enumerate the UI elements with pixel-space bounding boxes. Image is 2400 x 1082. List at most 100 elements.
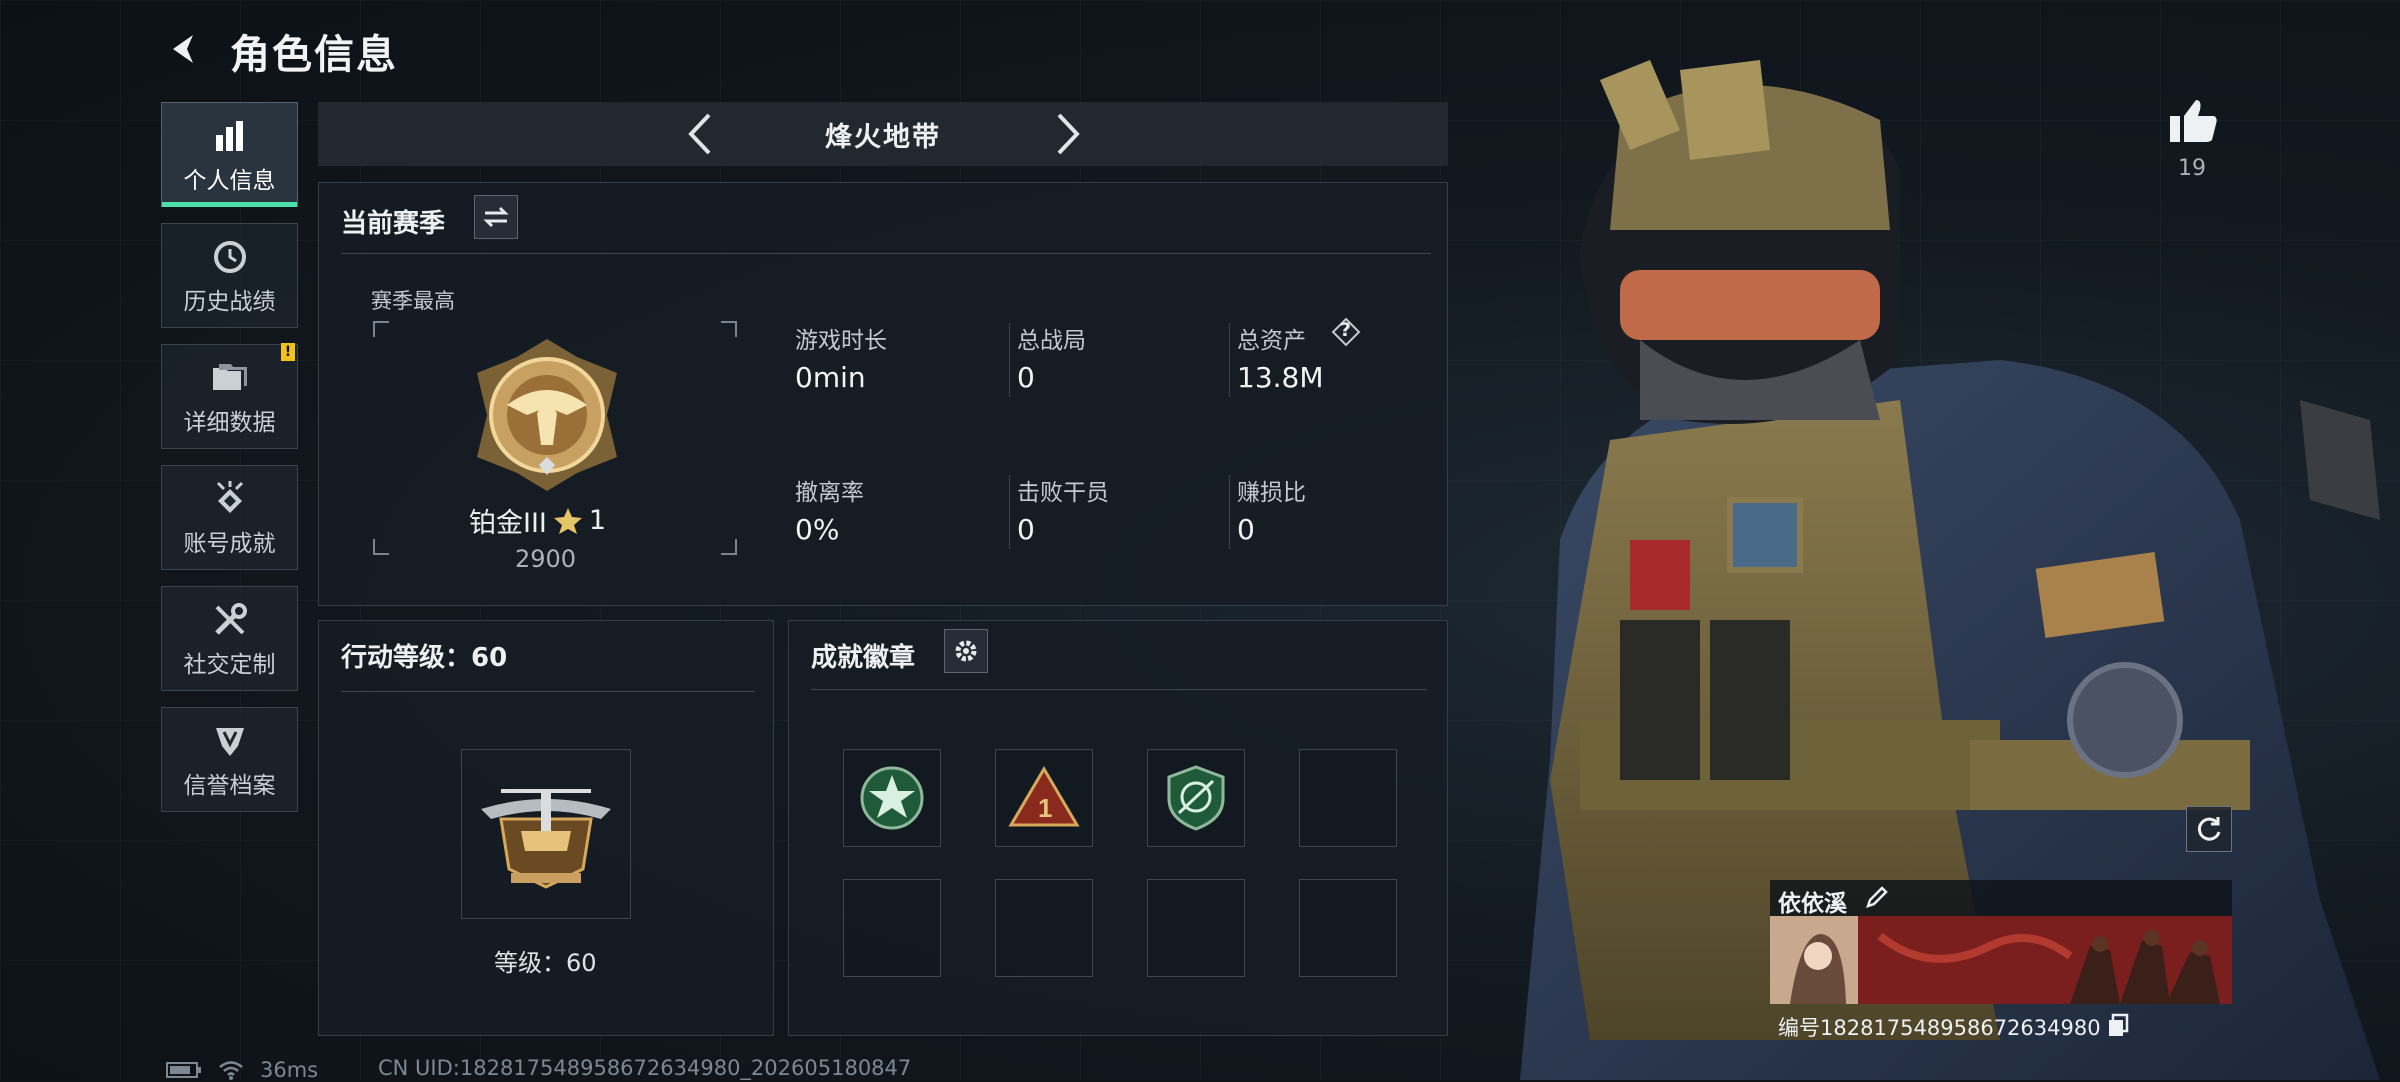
badge-slot-empty[interactable] [1299,879,1397,977]
season-best-label: 赛季最高 [371,289,455,313]
chevron-right-icon [1057,113,1080,155]
rank-name: 铂金III [469,508,547,539]
action-level-title: 行动等级：60 [341,643,508,673]
divider [811,689,1427,690]
battery-icon [166,1062,201,1078]
frame-corner [721,321,737,337]
stat-play-time-value: 0min [795,361,866,394]
ping-text: 36ms [260,1058,319,1082]
player-name-bar: 依依溪 [1770,880,2232,917]
badge-slot-empty[interactable] [843,879,941,977]
copy-icon [2108,1013,2128,1036]
stat-profit-ratio-label: 赚损比 [1237,480,1306,506]
alert-badge: ! [281,343,295,361]
back-button[interactable] [160,24,210,74]
badges-title: 成就徽章 [811,643,916,673]
rank-one-badge-icon: 1 [1008,766,1080,827]
frame-corner [373,321,389,337]
player-id: 编号1828175489586726349​80 [1778,1016,2101,1040]
status-bar: 36ms [166,1058,318,1082]
rotate-view-button[interactable] [2186,806,2232,852]
player-name: 依依溪 [1778,891,1847,917]
next-mode-button[interactable] [1044,110,1092,158]
stat-kills-value: 0 [1017,513,1035,546]
stat-total-matches-value: 0 [1017,361,1035,394]
divider [341,253,1431,254]
badges-panel: 成就徽章 1 [788,620,1448,1036]
like-count: 19 [2178,156,2206,181]
refresh-icon [2197,817,2221,841]
sidebar-item-social[interactable]: 社交定制 [161,586,298,691]
stat-total-matches-label: 总战局 [1017,328,1086,354]
stat-profit-ratio-value: 0 [1237,513,1255,546]
badge-settings-button[interactable] [944,629,988,673]
badge-slot[interactable] [1147,749,1245,847]
badge-slot[interactable] [843,749,941,847]
edit-name-button[interactable] [1864,884,1892,912]
stat-divider [1009,475,1010,549]
sidebar-item-reputation[interactable]: 信誉档案 [161,707,298,812]
back-arrow-icon [173,35,193,63]
sidebar-item-label: 社交定制 [183,651,276,678]
season-panel: 当前赛季 赛季最高 铂金III 1 2900 游戏时长 0min 总战局 0 总… [318,182,1448,606]
sidebar-item-achievements[interactable]: 账号成就 [161,465,298,570]
thumbs-up-icon [2170,100,2217,142]
frame-corner [373,539,389,555]
player-banner[interactable] [1770,916,2232,1004]
level-text: 等级：60 [494,949,597,977]
action-level-panel: 行动等级：60 等级：60 [318,620,774,1036]
sidebar-item-label: 历史战绩 [183,288,276,315]
stat-play-time-label: 游戏时长 [795,328,887,354]
frame-corner [721,539,737,555]
sidebar-item-history[interactable]: 历史战绩 [161,223,298,328]
svg-text:1: 1 [1038,793,1052,823]
mode-title: 烽火地带 [825,121,941,153]
tools-icon [211,599,249,641]
chevron-left-icon [688,113,711,155]
stat-divider [1009,323,1010,397]
sidebar: 个人信息 历史战绩 ! 详细数据 账号成就 社交定制 信誉档案 [161,102,300,828]
star-icon [553,507,582,534]
rank-score: 2900 [515,545,577,573]
copy-id-button[interactable] [2107,1013,2129,1042]
stat-total-assets-value: 13.8M [1237,361,1324,394]
badge-slot-empty[interactable] [1299,749,1397,847]
green-star-badge-icon [860,766,924,830]
season-switch-button[interactable] [474,195,518,239]
rank-stars: 1 [588,505,607,536]
divider [341,691,755,692]
stat-total-assets-label: 总资产 [1237,328,1306,354]
level-emblem-frame [461,749,631,919]
stat-extract-rate-label: 撤离率 [795,480,864,506]
wifi-icon [219,1061,243,1080]
page-title: 角色信息 [230,32,398,78]
season-title: 当前赛季 [341,209,446,239]
achievement-icon [212,478,248,520]
stat-extract-rate-value: 0% [795,513,840,546]
shield-icon [212,720,248,762]
help-button[interactable]: ? [1331,317,1361,347]
green-shield-badge-icon [1167,765,1225,831]
bar-chart-icon [212,115,248,157]
sidebar-item-label: 信誉档案 [183,772,276,799]
sidebar-item-detail-data[interactable]: ! 详细数据 [161,343,298,449]
folder-icon [211,357,249,399]
uid-text: CN UID:1828175489586726349​80_2026051808… [378,1056,912,1080]
stat-divider [1229,323,1230,397]
sidebar-item-label: 账号成就 [183,530,276,557]
previous-mode-button[interactable] [676,110,724,158]
badge-slot-empty[interactable] [1147,879,1245,977]
badge-slot[interactable]: 1 [995,749,1093,847]
player-id-row: 编号1828175489586726349​80 [1778,1012,2129,1042]
stat-kills-label: 击败干员 [1017,480,1109,506]
mode-selector: 烽火地带 [318,102,1448,166]
help-mark: ? [1340,319,1352,341]
badge-slot-empty[interactable] [995,879,1093,977]
rank-emblem-icon [467,335,627,499]
banner-image [1770,916,2232,1004]
sidebar-item-personal-info[interactable]: 个人信息 [161,102,298,207]
sidebar-item-label: 详细数据 [183,409,276,436]
sidebar-item-label: 个人信息 [183,167,276,194]
like-button[interactable] [2168,96,2220,148]
stat-divider [1229,475,1230,549]
